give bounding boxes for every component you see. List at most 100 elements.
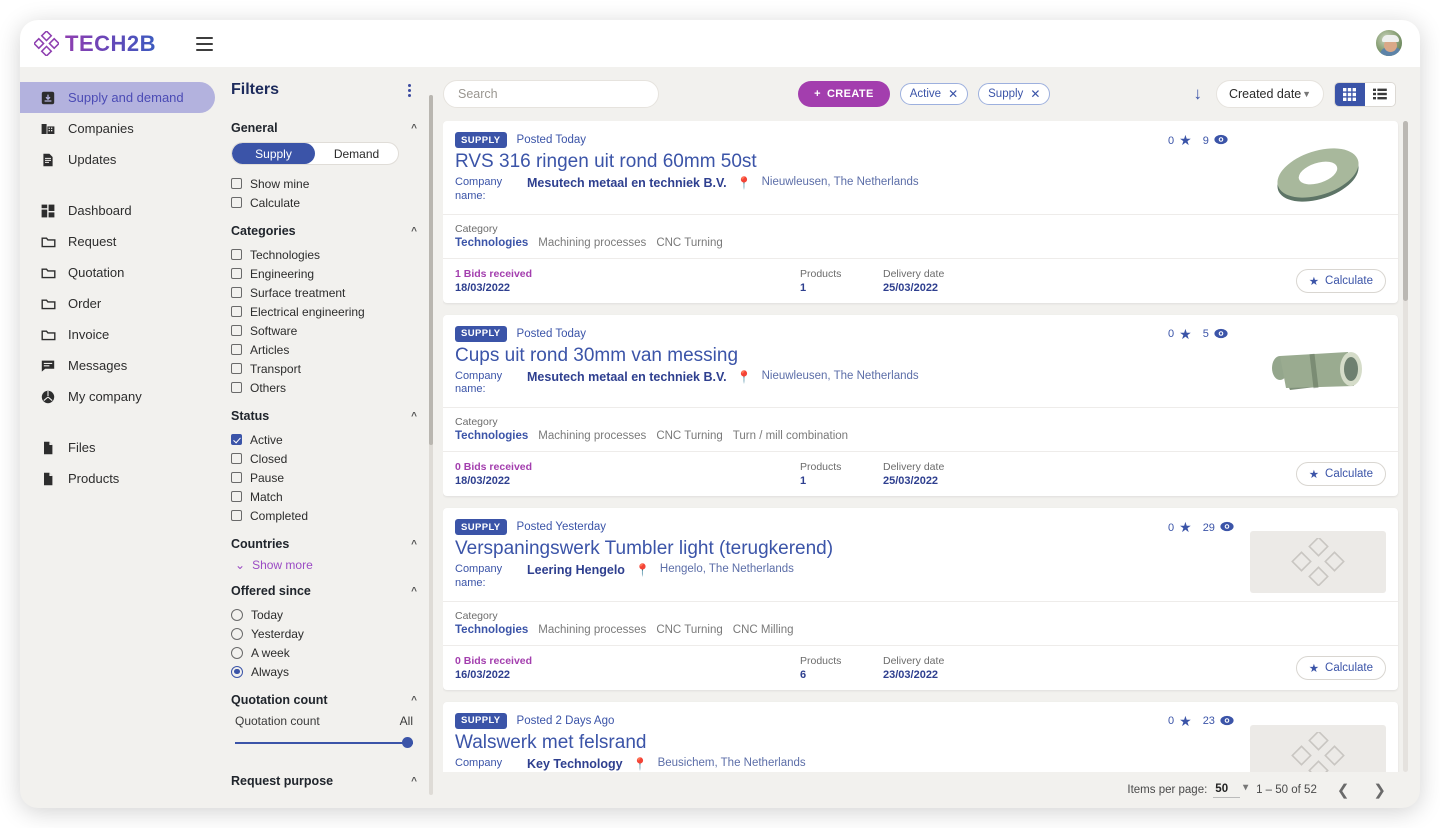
filter-group-countries[interactable]: Countries ^	[231, 537, 417, 551]
sidebar-item-dashboard[interactable]: Dashboard	[20, 195, 215, 226]
quotation-count-value: All	[399, 714, 413, 728]
company-name[interactable]: Key Technology	[527, 757, 623, 771]
card-title[interactable]: Cups uit rond 30mm van messing	[455, 345, 1158, 367]
calculate-button[interactable]: ★ Calculate	[1295, 655, 1386, 680]
list-scrollbar[interactable]	[1403, 121, 1408, 772]
slider-knob[interactable]	[402, 737, 413, 748]
card-title[interactable]: Verspaningswerk Tumbler light (terugkere…	[455, 538, 1158, 560]
company-label: Company name:	[455, 563, 503, 589]
close-icon[interactable]: ✕	[948, 87, 958, 101]
radio-today[interactable]: Today	[231, 605, 417, 624]
avatar[interactable]	[1374, 28, 1404, 58]
checkbox-active[interactable]: Active	[231, 430, 417, 449]
items-per-page[interactable]: Items per page: 50	[1127, 782, 1248, 798]
sort-direction-icon[interactable]: ↓	[1189, 84, 1206, 104]
supply-card[interactable]: SUPPLY Posted Today Cups uit rond 30mm v…	[443, 314, 1398, 496]
card-categories: Category Technologies Machining processe…	[443, 213, 1398, 258]
sidebar-item-files[interactable]: Files	[20, 432, 215, 463]
cards-list-container: SUPPLY Posted Today RVS 316 ringen uit r…	[435, 121, 1410, 772]
sidebar-item-supply-and-demand[interactable]: Supply and demand	[20, 82, 215, 113]
create-button[interactable]: + CREATE	[798, 81, 890, 107]
filters-more-options-icon[interactable]	[402, 82, 417, 99]
filter-group-categories[interactable]: Categories ^	[231, 224, 417, 238]
filter-chip-active[interactable]: Active ✕	[899, 83, 969, 105]
checkbox-surface-treatment[interactable]: Surface treatment	[231, 283, 417, 302]
supply-card[interactable]: SUPPLY Posted 2 Days Ago Walswerk met fe…	[443, 701, 1398, 772]
list-view-icon[interactable]	[1364, 82, 1395, 106]
checkbox-engineering[interactable]: Engineering	[231, 264, 417, 283]
supply-card[interactable]: SUPPLY Posted Yesterday Verspaningswerk …	[443, 508, 1398, 690]
toggle-supply[interactable]: Supply	[232, 143, 315, 164]
toggle-demand[interactable]: Demand	[315, 143, 398, 164]
sidebar-item-products[interactable]: Products	[20, 463, 215, 494]
items-per-page-value[interactable]: 50	[1213, 782, 1248, 798]
sidebar-item-my-company[interactable]: My company	[20, 381, 215, 412]
checkbox-closed[interactable]: Closed	[231, 449, 417, 468]
radio-yesterday[interactable]: Yesterday	[231, 624, 417, 643]
sidebar-item-order[interactable]: Order	[20, 288, 215, 319]
checkbox-technologies[interactable]: Technologies	[231, 245, 417, 264]
cards-list: SUPPLY Posted Today RVS 316 ringen uit r…	[443, 121, 1410, 772]
filter-group-general[interactable]: General ^	[231, 121, 417, 135]
checkbox-electrical-engineering[interactable]: Electrical engineering	[231, 302, 417, 321]
filter-group-offered-since[interactable]: Offered since ^	[231, 584, 417, 598]
star-icon[interactable]: ★	[1179, 132, 1192, 149]
checkbox-completed[interactable]: Completed	[231, 506, 417, 525]
checkbox-transport[interactable]: Transport	[231, 359, 417, 378]
sidebar-item-messages[interactable]: Messages	[20, 350, 215, 381]
star-icon[interactable]: ★	[1179, 519, 1192, 536]
hamburger-icon[interactable]	[196, 36, 214, 51]
radio-always[interactable]: Always	[231, 662, 417, 681]
calculate-button[interactable]: ★ Calculate	[1295, 462, 1386, 486]
checkbox-others[interactable]: Others	[231, 378, 417, 397]
checkbox-articles[interactable]: Articles	[231, 340, 417, 359]
supply-demand-toggle[interactable]: Supply Demand	[231, 142, 399, 165]
filter-chip-supply[interactable]: Supply ✕	[978, 83, 1051, 105]
checkbox-show-mine[interactable]: Show mine	[231, 174, 417, 193]
chevron-up-icon: ^	[411, 538, 417, 550]
filters-scrollbar[interactable]	[429, 95, 433, 795]
app-logo[interactable]: TECH2B	[34, 31, 156, 57]
sidebar-item-companies[interactable]: Companies	[20, 113, 215, 144]
calculate-button[interactable]: ★ Calculate	[1295, 268, 1386, 293]
sidebar-item-request[interactable]: Request	[20, 226, 215, 257]
company-name[interactable]: Leering Hengelo	[527, 563, 625, 577]
checkbox-box	[231, 287, 242, 298]
search-input[interactable]	[443, 80, 659, 108]
checkbox-software[interactable]: Software	[231, 321, 417, 340]
close-icon[interactable]: ✕	[1030, 87, 1040, 101]
tech2b-placeholder-icon	[1291, 731, 1345, 772]
company-name[interactable]: Mesutech metaal en techniek B.V.	[527, 370, 727, 384]
chevron-left-icon[interactable]: ❮	[1333, 781, 1354, 799]
grid-view-icon[interactable]	[1334, 82, 1365, 106]
star-icon[interactable]: ★	[1179, 713, 1192, 730]
filter-group-label: Countries	[231, 537, 290, 551]
checkbox-calculate[interactable]: Calculate	[231, 193, 417, 212]
quotation-count-slider[interactable]	[235, 734, 413, 752]
show-more-countries-button[interactable]: ⌄ Show more	[235, 558, 417, 572]
sidebar-item-label: My company	[68, 389, 142, 404]
sidebar-item-quotation[interactable]: Quotation	[20, 257, 215, 288]
file-icon	[40, 471, 56, 487]
chip-label: Supply	[988, 88, 1024, 100]
checkbox-label: Show mine	[250, 176, 310, 191]
filter-group-status[interactable]: Status ^	[231, 409, 417, 423]
radio-a-week[interactable]: A week	[231, 643, 417, 662]
checkbox-pause[interactable]: Pause	[231, 468, 417, 487]
supply-card[interactable]: SUPPLY Posted Today RVS 316 ringen uit r…	[443, 121, 1398, 303]
star-icon[interactable]: ★	[1179, 326, 1192, 343]
chevron-right-icon[interactable]: ❯	[1369, 781, 1390, 799]
sidebar-item-updates[interactable]: Updates	[20, 144, 215, 175]
sidebar-item-invoice[interactable]: Invoice	[20, 319, 215, 350]
company-name[interactable]: Mesutech metaal en techniek B.V.	[527, 176, 727, 190]
sidebar-item-label: Files	[68, 440, 96, 455]
sort-by-select[interactable]: Created date ▼	[1215, 80, 1324, 108]
filter-group-quotation-count[interactable]: Quotation count ^	[231, 693, 417, 707]
filter-group-request-purpose[interactable]: Request purpose ^	[231, 774, 417, 788]
checkbox-match[interactable]: Match	[231, 487, 417, 506]
checkbox-box	[231, 325, 242, 336]
filter-group-label: Status	[231, 409, 270, 423]
card-title[interactable]: RVS 316 ringen uit rond 60mm 50st	[455, 151, 1158, 173]
card-title[interactable]: Walswerk met felsrand	[455, 732, 1158, 754]
view-mode-toggle[interactable]	[1333, 81, 1396, 107]
